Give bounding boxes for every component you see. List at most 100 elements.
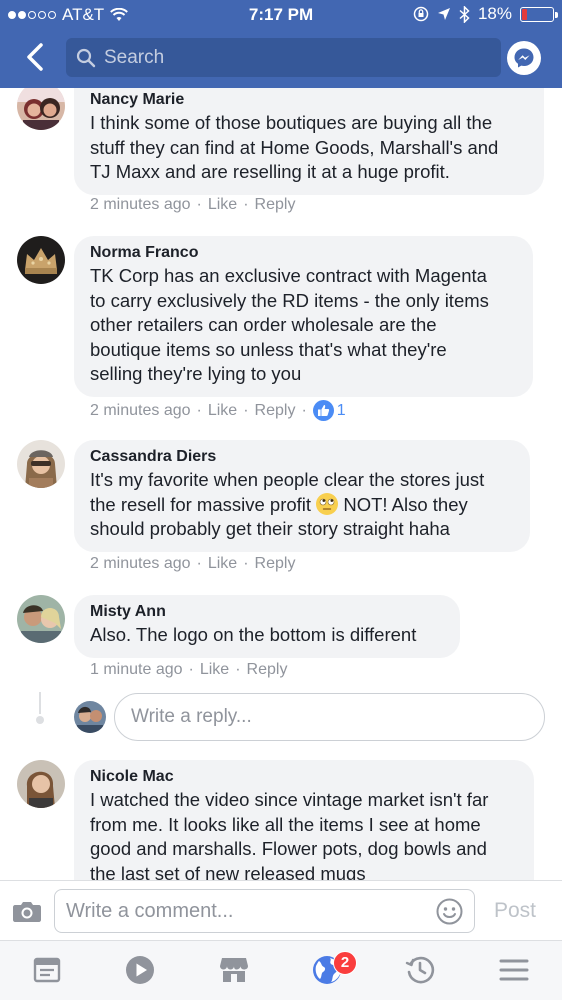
separator: · (243, 196, 249, 213)
comment-line: other retailers can order wholesale are … (90, 314, 437, 335)
comment-line: stuff they can find at Home Goods, Marsh… (90, 136, 499, 158)
like-link[interactable]: Like (200, 661, 229, 679)
comment-line: Also. The logo on the bottom is differen… (90, 624, 417, 645)
top-navigation-bar: AT&T 7:17 PM 18% (0, 0, 562, 88)
comment-line: to carry exclusively the RD items - the … (90, 289, 489, 311)
comment-line: I watched the video since vintage market… (90, 789, 489, 810)
back-button[interactable] (18, 40, 52, 74)
reaction-count[interactable]: 1 (312, 400, 346, 421)
battery-icon (520, 6, 558, 22)
separator: · (196, 555, 202, 572)
smiley-icon (436, 898, 463, 925)
comment-line-part: the resell for massive profit (90, 493, 312, 515)
like-link[interactable]: Like (208, 402, 237, 420)
tab-marketplace[interactable] (217, 953, 251, 987)
camera-icon (13, 902, 41, 922)
rolling-eyes-emoji-icon (316, 492, 339, 515)
thumbs-up-icon (312, 400, 334, 421)
status-bar: AT&T 7:17 PM 18% (0, 0, 562, 30)
comment-bubble[interactable]: Norma Franco TK Corp has an exclusive co… (74, 236, 533, 397)
post-button[interactable]: Post (494, 899, 536, 923)
battery-percent: 18% (477, 4, 512, 23)
avatar[interactable] (17, 760, 65, 808)
separator: · (188, 661, 194, 678)
comment-line: TJ Maxx and are reselling it at a huge p… (90, 161, 450, 182)
thread-line (39, 692, 41, 714)
bluetooth-icon (459, 5, 470, 23)
comments-list: Nancy Marie I think some of those boutiq… (0, 88, 562, 880)
separator: · (235, 661, 241, 678)
search-icon (76, 48, 96, 67)
commenter-name[interactable]: Norma Franco (90, 242, 517, 264)
comment-time: 1 minute ago (90, 661, 183, 678)
reaction-number: 1 (336, 401, 346, 419)
commenter-name[interactable]: Nancy Marie (90, 89, 528, 111)
tab-video[interactable] (123, 953, 157, 987)
comment-text: Also. The logo on the bottom is differen… (90, 623, 444, 648)
status-right: 18% (413, 4, 558, 24)
comment-bubble[interactable]: Nancy Marie I think some of those boutiq… (74, 88, 544, 195)
back-icon (27, 43, 43, 71)
avatar[interactable] (17, 440, 65, 488)
like-link[interactable]: Like (208, 555, 237, 573)
thread-dot (36, 716, 44, 724)
comment-line: selling they're lying to you (90, 363, 302, 384)
comment-input[interactable] (54, 889, 475, 933)
like-link[interactable]: Like (208, 196, 237, 214)
comment-time: 2 minutes ago (90, 401, 191, 419)
news-feed-icon (33, 957, 61, 983)
comment-text: TK Corp has an exclusive contract with M… (90, 264, 517, 387)
avatar[interactable] (17, 595, 65, 643)
reply-link[interactable]: Reply (255, 196, 296, 214)
commenter-name[interactable]: Cassandra Diers (90, 446, 514, 468)
tab-news-feed[interactable] (30, 953, 64, 987)
bottom-tab-bar: 2 (0, 940, 562, 1000)
comment-composer: Post (0, 880, 562, 940)
messenger-icon (514, 48, 534, 68)
comment-line: TK Corp has an exclusive contract with M… (90, 265, 487, 286)
avatar[interactable] (17, 88, 65, 130)
search-input[interactable] (104, 46, 484, 69)
comment-bubble[interactable]: Cassandra Diers It's my favorite when pe… (74, 440, 530, 552)
separator: · (301, 401, 307, 419)
separator: · (243, 401, 249, 419)
menu-icon (499, 959, 529, 981)
messenger-button[interactable] (507, 41, 541, 75)
marketplace-icon (220, 958, 248, 982)
comment-text: I watched the video since vintage market… (90, 788, 518, 880)
search-bar[interactable] (66, 38, 501, 77)
avatar (74, 701, 106, 733)
comment-bubble[interactable]: Misty Ann Also. The logo on the bottom i… (74, 595, 460, 658)
comment-line: good and marshalls. Flower pots, dog bow… (90, 838, 487, 859)
sticker-button[interactable] (436, 898, 463, 925)
comment-line: from me. It looks like all the items I s… (90, 813, 481, 835)
reply-link[interactable]: Reply (247, 661, 288, 679)
reply-input[interactable] (114, 693, 545, 741)
comment-bubble[interactable]: Nicole Mac I watched the video since vin… (74, 760, 534, 880)
commenter-name[interactable]: Misty Ann (90, 601, 444, 623)
comment-line: the last set of new released mugs (90, 862, 366, 881)
reply-link[interactable]: Reply (255, 555, 296, 573)
separator: · (196, 196, 202, 213)
history-icon (405, 956, 435, 984)
comment-time: 2 minutes ago (90, 555, 191, 572)
comment-time: 2 minutes ago (90, 196, 191, 213)
avatar[interactable] (17, 236, 65, 284)
comment-line: It's my favorite when people clear the s… (90, 469, 485, 490)
camera-button[interactable] (12, 897, 42, 925)
commenter-name[interactable]: Nicole Mac (90, 766, 518, 788)
tab-menu[interactable] (497, 953, 531, 987)
comment-line: should probably get their story straight… (90, 518, 450, 539)
comment-meta: 2 minutes ago · Like · Reply (90, 196, 295, 214)
separator: · (243, 555, 249, 572)
reply-link[interactable]: Reply (255, 402, 296, 420)
rotation-lock-icon (413, 6, 429, 22)
comment-meta: 2 minutes ago · Like · Reply (90, 555, 295, 573)
notifications-badge: 2 (333, 951, 357, 975)
separator: · (196, 401, 202, 419)
comment-line: I think some of those boutiques are buyi… (90, 112, 493, 133)
video-icon (126, 956, 154, 984)
tab-history[interactable] (403, 953, 437, 987)
comment-meta: 1 minute ago · Like · Reply (90, 661, 287, 679)
comment-text: I think some of those boutiques are buyi… (90, 111, 528, 185)
